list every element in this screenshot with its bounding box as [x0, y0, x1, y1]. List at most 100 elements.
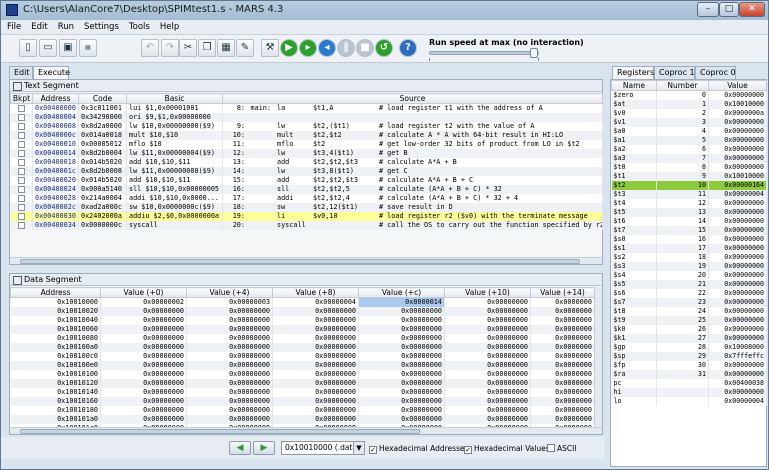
tab-edit[interactable]: Edit	[9, 66, 33, 79]
maximize-button[interactable]: □	[719, 2, 739, 17]
data-value-cell[interactable]: 0x00000000	[358, 325, 445, 334]
text-hscroll-thumb[interactable]	[20, 259, 580, 264]
step-icon[interactable]: ▸	[299, 39, 317, 57]
register-value[interactable]: 0x00000000	[708, 262, 767, 271]
data-value-cell[interactable]: 0x00000000	[444, 406, 531, 415]
data-value-cell[interactable]: 0x00000000	[272, 415, 359, 424]
col-value-4[interactable]: Value (+4)	[186, 287, 273, 298]
register-value[interactable]: 0x00000000	[708, 289, 767, 298]
close-button[interactable]: ✕	[739, 2, 765, 17]
register-value[interactable]: 0x00000000	[708, 226, 767, 235]
register-value[interactable]: 0x00000000	[708, 271, 767, 280]
breakpoint-checkbox[interactable]	[17, 131, 25, 139]
paste-icon[interactable]: ▦	[217, 39, 235, 57]
data-value-cell[interactable]: 0x00000000	[186, 325, 273, 334]
data-value-cell[interactable]: 0x00000000	[444, 397, 531, 406]
register-value[interactable]: 0x7fffeffc	[708, 352, 767, 361]
data-value-cell[interactable]: 0x00000000	[100, 406, 187, 415]
col-value-8[interactable]: Value (+8)	[272, 287, 359, 298]
data-value-cell[interactable]: 0x00000000	[358, 334, 445, 343]
breakpoint-checkbox[interactable]	[17, 221, 25, 229]
data-value-cell[interactable]: 0x00000000	[272, 334, 359, 343]
col-code[interactable]: Code	[78, 93, 127, 104]
data-value-cell[interactable]: 0x00000000	[444, 316, 531, 325]
data-value-cell[interactable]: 0x00000002	[100, 297, 187, 307]
col-value-10[interactable]: Value (+10)	[444, 287, 531, 298]
find-replace-icon[interactable]: ✎	[236, 39, 254, 57]
run-icon[interactable]: ▶	[280, 39, 298, 57]
data-value-cell[interactable]: 0x00000000	[100, 361, 187, 370]
register-value[interactable]: 0x00000000	[708, 388, 767, 397]
open-icon[interactable]: ▭	[39, 39, 57, 57]
data-value-cell[interactable]: 0x00000000	[186, 379, 273, 388]
data-value-cell[interactable]: 0x00000000	[358, 379, 445, 388]
register-value[interactable]: 0x10008000	[708, 343, 767, 352]
data-value-cell[interactable]: 0x0000000	[530, 397, 595, 406]
register-value[interactable]: 0x00000000	[708, 90, 767, 100]
data-value-cell[interactable]: 0x00000000	[186, 388, 273, 397]
text-row[interactable]: 0x00400010 0x00005012 mflo $10 11: mflo $t2 # …	[10, 140, 603, 149]
ascii-check-box[interactable]	[547, 444, 555, 452]
breakpoint-checkbox[interactable]	[17, 104, 25, 112]
new-icon[interactable]: ▯	[19, 39, 37, 57]
register-value[interactable]: 0x00000000	[708, 244, 767, 253]
data-value-cell[interactable]: 0x00000000	[444, 415, 531, 424]
text-row[interactable]: 0x00400018 0x014b5020 add $10,$10,$11 13: ad…	[10, 158, 603, 167]
data-vscrollbar[interactable]	[594, 287, 602, 427]
data-value-cell[interactable]: 0x00000000	[186, 352, 273, 361]
redo-icon[interactable]: ↷	[161, 39, 179, 57]
register-value[interactable]: 0x00000000	[708, 253, 767, 262]
hex-addresses-check-icon[interactable]: ✓	[369, 446, 377, 454]
menu-file[interactable]: File	[1, 20, 25, 32]
data-value-cell[interactable]: 0x00000000	[272, 361, 359, 370]
data-value-cell[interactable]: 0x00000000	[100, 397, 187, 406]
register-value[interactable]: 0x00000000	[708, 118, 767, 127]
breakpoint-checkbox[interactable]	[17, 194, 25, 202]
tab-coproc1[interactable]: Coproc 1	[654, 66, 695, 79]
data-value-cell[interactable]: 0x00000000	[272, 370, 359, 379]
data-value-cell[interactable]: 0x00000000	[272, 379, 359, 388]
text-hscrollbar[interactable]	[10, 257, 602, 264]
data-value-cell[interactable]: 0x0000000	[530, 316, 595, 325]
breakpoint-checkbox[interactable]	[17, 203, 25, 211]
data-value-cell[interactable]: 0x00000000	[444, 343, 531, 352]
col-bkpt[interactable]: Bkpt	[10, 93, 33, 104]
minimize-button[interactable]: –	[697, 2, 719, 17]
data-value-cell[interactable]: 0x00000000	[272, 406, 359, 415]
save-icon[interactable]: ▣	[59, 39, 77, 57]
breakpoint-checkbox[interactable]	[17, 167, 25, 175]
register-value[interactable]: 0x10010000	[708, 172, 767, 181]
data-value-cell[interactable]: 0x00000000	[186, 370, 273, 379]
breakpoint-checkbox[interactable]	[17, 149, 25, 157]
text-row[interactable]: 0x0040001c 0x8d2b0008 lw $11,0x00000008($9…	[10, 167, 603, 176]
data-value-cell[interactable]: 0x00000000	[358, 343, 445, 352]
data-value-cell[interactable]: 0x00000000	[272, 388, 359, 397]
backstep-icon[interactable]: ◂	[318, 39, 336, 57]
menu-tools[interactable]: Tools	[123, 20, 154, 32]
hex-values-checkbox[interactable]: ✓ Hexadecimal Values	[464, 444, 550, 454]
col-basic[interactable]: Basic	[126, 93, 223, 104]
data-value-cell[interactable]: 0x00000000	[358, 397, 445, 406]
data-value-cell[interactable]: 0x00000000	[272, 343, 359, 352]
register-value[interactable]: 0x00000000	[708, 334, 767, 343]
data-value-cell[interactable]: 0x00000000	[186, 406, 273, 415]
register-value[interactable]: 0x00000000	[708, 199, 767, 208]
text-row[interactable]: 0x00400008 0x8d2a0000 lw $10,0x00000000($9…	[10, 122, 603, 131]
data-value-cell[interactable]: 0x0000000	[530, 415, 595, 424]
register-value[interactable]: 0x00000000	[708, 307, 767, 316]
tab-execute[interactable]: Execute	[33, 66, 70, 79]
col-reg-number[interactable]: Number	[656, 80, 709, 91]
data-value-cell[interactable]: 0x00000000	[444, 334, 531, 343]
col-source[interactable]: Source	[222, 93, 603, 104]
breakpoint-checkbox[interactable]	[17, 113, 25, 121]
pause-icon[interactable]: ∥	[337, 39, 355, 57]
menu-run[interactable]: Run	[52, 20, 78, 32]
data-value-cell[interactable]: 0x0000000	[530, 388, 595, 397]
data-value-cell[interactable]: 0x0000000	[530, 343, 595, 352]
breakpoint-checkbox[interactable]	[17, 122, 25, 130]
text-row[interactable]: 0x00400034 0x0000000c syscall 20: syscall # c…	[10, 221, 603, 230]
data-value-cell[interactable]: 0x00000000	[186, 397, 273, 406]
copy-icon[interactable]: ❐	[198, 39, 216, 57]
text-row[interactable]: 0x00400000 0x3c011001 lui $1,0x00001001 8: m…	[10, 103, 603, 113]
data-value-cell[interactable]: 0x00000000	[100, 316, 187, 325]
